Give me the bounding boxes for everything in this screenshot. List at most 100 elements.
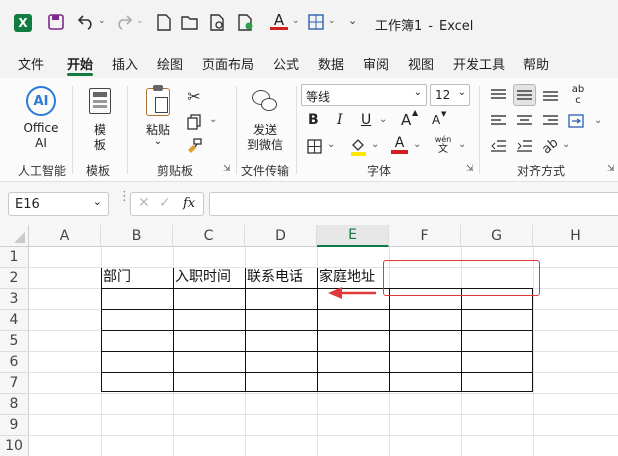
underline-dropdown-icon[interactable]: ⌄ (379, 114, 387, 125)
increase-indent-icon[interactable] (514, 136, 534, 156)
insert-function-icon[interactable]: fx (183, 196, 195, 211)
new-file-icon[interactable] (154, 12, 174, 32)
group-label-template: 模板 (86, 164, 111, 178)
increase-font-button[interactable]: A (401, 111, 411, 129)
office-ai-label: Office (23, 121, 59, 135)
align-bottom-icon[interactable] (540, 86, 560, 104)
phonetic-char: 文 (438, 144, 448, 155)
decrease-indent-icon[interactable] (488, 136, 508, 156)
font-color-quick-icon[interactable]: A (270, 11, 288, 33)
tab-data[interactable]: 数据 (318, 54, 344, 73)
borders-dropdown-icon[interactable]: ⌄ (328, 16, 336, 26)
tab-review[interactable]: 审阅 (363, 54, 389, 73)
paste-button[interactable]: 粘贴 ⌄ (138, 84, 178, 156)
red-arrow-icon (328, 287, 376, 299)
font-size-select[interactable]: 12 ⌄ (430, 84, 470, 106)
align-right-icon[interactable] (540, 112, 560, 130)
ribbon-tabs: 文件 开始 插入 绘图 页面布局 公式 数据 审阅 视图 开发工具 帮助 (0, 46, 618, 78)
decrease-font-button[interactable]: A (432, 113, 440, 127)
office-ai-button[interactable]: AI Office AI (18, 84, 64, 156)
orientation-icon[interactable]: ab (536, 132, 564, 160)
formula-input[interactable] (209, 192, 618, 216)
copy-dropdown-icon[interactable]: ⌄ (209, 114, 217, 125)
borders-icon[interactable] (304, 136, 324, 156)
name-box[interactable]: E16 ⌄ (8, 192, 109, 216)
font-launcher-icon[interactable]: ⇲ (466, 164, 474, 174)
highlight-box (383, 260, 540, 296)
name-box-value: E16 (15, 197, 40, 212)
cancel-icon[interactable]: ✕ (138, 195, 150, 211)
office-ai-label-2: AI (35, 136, 47, 150)
borders-dropdown-icon[interactable]: ⌄ (327, 139, 335, 150)
tab-file[interactable]: 文件 (18, 54, 44, 73)
divider (479, 86, 480, 174)
orientation-dropdown-icon[interactable]: ⌄ (562, 139, 570, 150)
tab-insert[interactable]: 插入 (112, 54, 138, 73)
underline-button[interactable]: U (361, 112, 371, 128)
merge-dropdown-icon[interactable]: ⌄ (594, 115, 602, 126)
paste-dropdown-icon: ⌄ (153, 136, 163, 147)
header-cell-hire-date[interactable]: 入职时间 (175, 267, 231, 288)
group-label-transfer: 文件传输 (241, 164, 290, 178)
alignment-launcher-icon[interactable]: ⇲ (607, 164, 615, 174)
send-to-wechat-button[interactable]: 发送 到微信 (242, 84, 288, 156)
font-color-dropdown-icon[interactable]: ⌄ (413, 139, 421, 150)
copy-icon[interactable] (184, 112, 204, 132)
ribbon-home: AI Office AI 人工智能 模 板 模板 粘贴 ⌄ ✂ ⌄ 剪贴板 ⇲ … (0, 78, 618, 182)
template-icon (89, 88, 111, 114)
undo-icon[interactable] (76, 12, 96, 32)
align-left-icon[interactable] (488, 112, 508, 130)
tab-home[interactable]: 开始 (67, 54, 93, 73)
fill-color-dropdown-icon[interactable]: ⌄ (371, 139, 379, 150)
paste-icon (146, 85, 170, 116)
cut-icon[interactable]: ✂ (184, 86, 204, 106)
redo-dropdown-icon[interactable]: ⌄ (136, 16, 144, 26)
font-size-value: 12 (435, 88, 451, 102)
borders-quick-icon[interactable] (306, 12, 326, 32)
align-top-icon[interactable] (488, 86, 508, 104)
wrap-text-button[interactable]: ab c (568, 84, 588, 106)
header-cell-phone[interactable]: 联系电话 (247, 267, 303, 288)
divider (236, 86, 237, 174)
clipboard-launcher-icon[interactable]: ⇲ (223, 164, 231, 174)
tab-draw[interactable]: 绘图 (157, 54, 183, 73)
merge-center-icon[interactable] (566, 111, 586, 131)
template-button[interactable]: 模 板 (82, 84, 118, 156)
tab-help[interactable]: 帮助 (523, 54, 549, 73)
font-name-select[interactable]: 等线 ⌄ (301, 84, 427, 106)
tab-view[interactable]: 视图 (408, 54, 434, 73)
group-label-alignment: 对齐方式 (517, 164, 566, 178)
send-to-wechat-label-2: 到微信 (246, 138, 283, 152)
title-bar: X ⌄ ⌄ A ⌄ ⌄ ⌄ 工作簿1- Excel (0, 0, 618, 46)
tab-page-layout[interactable]: 页面布局 (202, 54, 254, 73)
worksheet-grid[interactable]: A B C D E F G H 1 2 3 4 5 6 7 8 9 10 部门 … (0, 225, 618, 456)
bold-button[interactable]: B (308, 112, 319, 128)
customize-qat-icon[interactable]: ⌄ (348, 14, 357, 27)
tab-home-underline (67, 73, 93, 76)
font-color-button[interactable]: A (391, 135, 408, 154)
divider (127, 86, 128, 174)
font-color-dropdown-icon[interactable]: ⌄ (292, 16, 300, 26)
share-file-icon[interactable] (236, 12, 256, 32)
print-preview-icon[interactable] (208, 12, 228, 32)
redo-icon[interactable] (114, 12, 134, 32)
undo-dropdown-icon[interactable]: ⌄ (98, 16, 106, 26)
save-icon[interactable] (46, 12, 66, 32)
group-label-clipboard: 剪贴板 (157, 164, 194, 178)
align-center-icon[interactable] (514, 112, 534, 130)
open-folder-icon[interactable] (180, 12, 200, 32)
align-middle-icon[interactable] (513, 84, 536, 106)
phonetic-dropdown-icon[interactable]: ⌄ (458, 139, 466, 150)
tab-formulas[interactable]: 公式 (273, 54, 299, 73)
header-cell-department[interactable]: 部门 (103, 267, 131, 288)
enter-icon[interactable]: ✓ (159, 195, 171, 211)
phonetic-guide-button[interactable]: wén 文 (434, 135, 452, 155)
font-name-dropdown-icon: ⌄ (413, 87, 422, 98)
italic-button[interactable]: I (337, 112, 343, 128)
format-painter-icon[interactable] (184, 136, 204, 156)
decrease-font-icon: ▼ (441, 110, 447, 118)
divider (296, 86, 297, 174)
excel-logo-icon: X (14, 14, 32, 32)
fill-color-icon[interactable] (348, 136, 368, 158)
tab-developer[interactable]: 开发工具 (453, 54, 505, 73)
